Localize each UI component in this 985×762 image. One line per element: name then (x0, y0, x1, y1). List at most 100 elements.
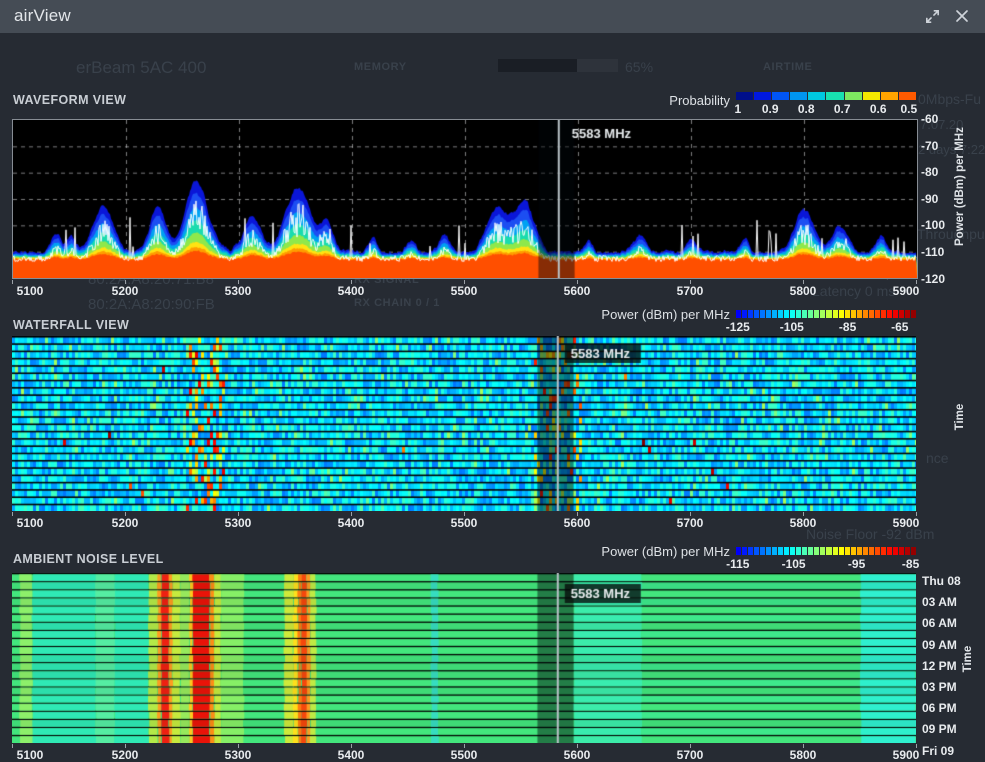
axis-tick-label: 5100 (8, 516, 52, 530)
axis-tick-label: 5500 (442, 284, 486, 298)
probability-colorbar-ticks: 10.90.80.70.60.5 (736, 102, 916, 115)
axis-tick-label: 5300 (216, 284, 260, 298)
ghost-text: nce (926, 450, 949, 466)
ghost-text: AIRTIME (763, 61, 812, 73)
power-axis-label: -100 (921, 218, 945, 232)
colorbar-segment (790, 547, 795, 555)
colorbar-segment (802, 547, 807, 555)
probability-legend-label: Probability (669, 93, 730, 108)
colorbar-segment (742, 547, 747, 555)
ghost-progress-bar (498, 59, 618, 72)
axis-tick-label: 5200 (103, 748, 147, 762)
colorbar-segment (899, 547, 904, 555)
axis-tick-label: 5300 (216, 748, 260, 762)
probability-colorbar (736, 92, 916, 100)
colorbar-segment (778, 310, 783, 318)
colorbar-segment (784, 310, 789, 318)
colorbar-segment (887, 310, 892, 318)
colorbar-tick-label: 0.8 (798, 102, 815, 116)
axis-tick-label: 5500 (442, 516, 486, 530)
colorbar-tick-label: -115 (726, 557, 749, 571)
colorbar-segment (905, 310, 910, 318)
ghost-text: erBeam 5AC 400 (76, 58, 206, 78)
axis-tick-label: 5200 (103, 284, 147, 298)
colorbar-segment (742, 310, 747, 318)
colorbar-tick-label: -85 (902, 557, 919, 571)
title-bar: airView (0, 0, 985, 33)
colorbar-segment (772, 310, 777, 318)
colorbar-segment (790, 92, 807, 100)
colorbar-segment (808, 310, 813, 318)
colorbar-segment (893, 547, 898, 555)
colorbar-segment (833, 547, 838, 555)
colorbar-segment (839, 547, 844, 555)
colorbar-segment (820, 310, 825, 318)
colorbar-tick-label: -95 (848, 557, 865, 571)
ambient-colorbar-ticks: -115-105-95-85 (736, 557, 916, 570)
colorbar-segment (736, 547, 741, 555)
power-axis-label: -70 (921, 139, 938, 153)
colorbar-tick-label: 0.9 (762, 102, 779, 116)
axis-tick-label: 5300 (216, 516, 260, 530)
colorbar-segment (826, 310, 831, 318)
time-axis-label: 06 AM (922, 616, 966, 630)
waveform-plot[interactable] (12, 119, 918, 279)
axis-tick-label: 5400 (329, 748, 373, 762)
colorbar-segment (808, 547, 813, 555)
colorbar-tick-label: 1 (734, 102, 741, 116)
colorbar-segment (863, 92, 880, 100)
waterfall-colorbar (736, 310, 916, 318)
colorbar-segment (857, 310, 862, 318)
time-axis-label: 09 AM (922, 638, 966, 652)
colorbar-segment (748, 310, 753, 318)
ambient-plot[interactable] (12, 573, 916, 743)
colorbar-segment (839, 310, 844, 318)
ambient-ylabel: Time (962, 613, 974, 705)
colorbar-segment (845, 310, 850, 318)
colorbar-segment (845, 92, 862, 100)
colorbar-tick-label: -125 (726, 320, 750, 334)
colorbar-segment (784, 547, 789, 555)
colorbar-segment (911, 310, 916, 318)
axis-tick-label: 5400 (329, 516, 373, 530)
time-axis-label: 03 AM (922, 595, 966, 609)
time-axis-label: 12 PM (922, 659, 966, 673)
power-axis-label: -110 (921, 245, 944, 259)
ghost-text: MEMORY (354, 61, 407, 73)
colorbar-tick-label: -85 (839, 320, 856, 334)
time-axis-label: 09 PM (922, 722, 966, 736)
colorbar-segment (863, 547, 868, 555)
colorbar-segment (748, 547, 753, 555)
axis-tick-label: 5700 (668, 748, 712, 762)
colorbar-segment (754, 92, 771, 100)
colorbar-segment (881, 547, 886, 555)
axis-tick-label: 5900 (884, 284, 928, 298)
waterfall-plot[interactable] (12, 336, 916, 511)
expand-icon[interactable] (921, 5, 943, 27)
colorbar-segment (796, 310, 801, 318)
close-icon[interactable] (951, 5, 973, 27)
ghost-text: 65% (625, 59, 653, 75)
time-axis-label: 03 PM (922, 680, 966, 694)
colorbar-tick-label: 0.6 (870, 102, 887, 116)
colorbar-segment (778, 547, 783, 555)
waterfall-section-title: WATERFALL VIEW (13, 318, 129, 332)
waveform-section-title: WAVEFORM VIEW (13, 93, 126, 107)
axis-tick-label: 5900 (884, 516, 928, 530)
axis-tick-label: 5800 (781, 748, 825, 762)
colorbar-segment (772, 92, 789, 100)
airview-app: { "window": { "title": "airView", "expan… (0, 0, 985, 743)
colorbar-segment (899, 92, 916, 100)
waterfall-ylabel: Time (954, 371, 966, 463)
colorbar-segment (875, 547, 880, 555)
colorbar-segment (754, 310, 759, 318)
colorbar-segment (772, 547, 777, 555)
axis-tick-label: 5800 (781, 516, 825, 530)
colorbar-segment (905, 547, 910, 555)
axis-tick-label: 5100 (8, 748, 52, 762)
ambient-colorbar (736, 547, 916, 555)
power-axis-label: -90 (921, 192, 938, 206)
colorbar-tick-label: -105 (782, 557, 806, 571)
colorbar-segment (754, 547, 759, 555)
colorbar-segment (833, 310, 838, 318)
